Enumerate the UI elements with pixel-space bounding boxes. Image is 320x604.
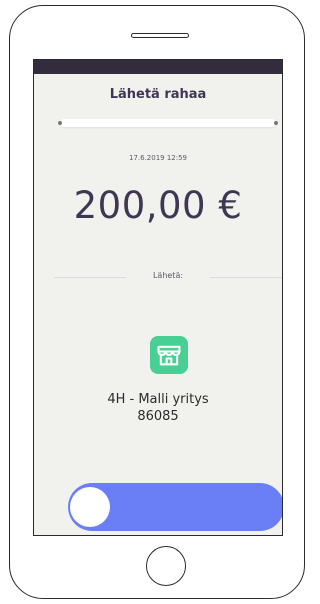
transaction-timestamp: 17.6.2019 12:59 [128, 154, 188, 162]
send-divider: Lähetä: [54, 270, 282, 284]
transfer-amount: 200,00 € [73, 184, 243, 227]
phone-screen: Lähetä rahaa 17.6.2019 12:59 200,00 € Lä… [33, 59, 283, 536]
merchant-id: 86085 [137, 409, 179, 424]
slider-knob[interactable] [70, 487, 110, 527]
phone-speaker [131, 33, 189, 38]
send-label: Lähetä: [152, 271, 184, 280]
merchant-name: 4H - Malli yritys [107, 392, 209, 407]
phone-frame: Lähetä rahaa 17.6.2019 12:59 200,00 € Lä… [9, 5, 305, 599]
divider-line-right [210, 277, 282, 278]
progress-start-dot [58, 121, 62, 125]
progress-track [60, 119, 276, 127]
home-button[interactable] [146, 546, 186, 586]
shop-icon [150, 336, 188, 374]
slide-to-send-slider[interactable] [68, 483, 282, 531]
page-title: Lähetä rahaa [109, 87, 207, 102]
status-bar [34, 60, 282, 74]
progress-end-dot [274, 121, 278, 125]
